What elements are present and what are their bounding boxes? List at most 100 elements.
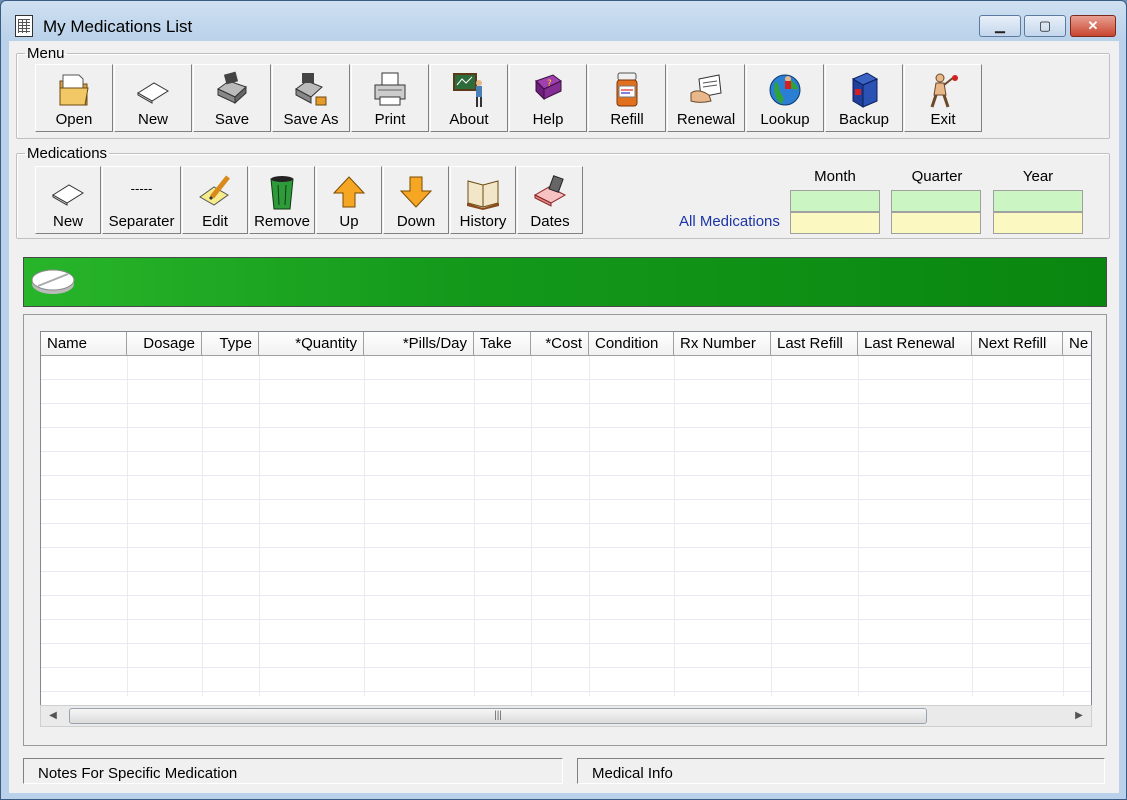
year-count-cell	[993, 190, 1083, 212]
notepad-icon[interactable]	[15, 15, 33, 37]
help-book-icon: ?	[535, 74, 562, 101]
medications-legend: Medications	[27, 145, 108, 162]
history-button[interactable]: History	[450, 166, 516, 234]
medications-grid-frame: Name Dosage Type *Quantity *Pills/Day Ta…	[23, 314, 1107, 746]
minimize-icon: ▁	[995, 18, 1005, 33]
svg-text:?: ?	[547, 79, 552, 89]
quarter-cost-cell	[891, 212, 981, 234]
move-down-button[interactable]: Down	[383, 166, 449, 234]
new-file-label: New	[137, 111, 168, 128]
backup-button[interactable]: Backup	[825, 64, 903, 132]
column-header-next-renewal[interactable]: Ne	[1063, 332, 1091, 356]
maximize-button[interactable]: ▢	[1024, 15, 1066, 37]
pill-icon	[31, 269, 75, 294]
scroll-left-icon[interactable]: ◀	[45, 708, 61, 724]
new-medication-label: New	[52, 213, 83, 230]
trash-can-icon	[270, 176, 294, 210]
client-area: Menu Open New Save Save As Print About ?…	[9, 41, 1119, 793]
table-body[interactable]	[41, 356, 1091, 696]
column-header-rx-number[interactable]: Rx Number	[674, 332, 771, 356]
column-header-cost[interactable]: *Cost	[531, 332, 589, 356]
refill-label: Refill	[610, 111, 644, 128]
folder-icon	[59, 74, 89, 106]
all-medications-link[interactable]: All Medications	[679, 213, 780, 230]
medical-info-panel[interactable]: Medical Info	[577, 758, 1105, 784]
scroll-right-icon[interactable]: ▶	[1071, 708, 1087, 724]
open-button[interactable]: Open	[35, 64, 113, 132]
arrow-up-icon	[332, 176, 366, 208]
pill-bottle-icon	[616, 72, 638, 107]
arrow-down-icon	[399, 176, 433, 208]
column-header-dosage[interactable]: Dosage	[127, 332, 202, 356]
lookup-label: Lookup	[760, 111, 810, 128]
column-header-next-refill[interactable]: Next Refill	[972, 332, 1063, 356]
menu-toolbar: Open New Save Save As Print About ? Help…	[35, 64, 995, 132]
teacher-board-icon	[453, 73, 482, 107]
blank-page-icon	[137, 82, 169, 104]
restore-icon: ▢	[1038, 18, 1052, 33]
dates-button[interactable]: Dates	[517, 166, 583, 234]
minimize-button[interactable]: ▁	[979, 15, 1021, 37]
column-header-type[interactable]: Type	[202, 332, 259, 356]
exit-button[interactable]: Exit	[904, 64, 982, 132]
dates-label: Dates	[530, 213, 570, 230]
column-header-condition[interactable]: Condition	[589, 332, 674, 356]
lookup-button[interactable]: Lookup	[746, 64, 824, 132]
blank-page-icon	[52, 184, 84, 206]
year-header: Year	[1022, 168, 1054, 185]
about-label: About	[449, 111, 489, 128]
column-header-take[interactable]: Take	[474, 332, 531, 356]
backup-label: Backup	[838, 111, 890, 128]
renewal-label: Renewal	[676, 111, 736, 128]
medication-banner	[23, 257, 1107, 307]
save-label: Save	[214, 111, 250, 128]
open-label: Open	[55, 111, 93, 128]
column-header-name[interactable]: Name	[41, 332, 127, 356]
renewal-button[interactable]: Renewal	[667, 64, 745, 132]
disk-save-as-icon	[295, 73, 327, 106]
edit-label: Edit	[202, 213, 228, 230]
refill-button[interactable]: Refill	[588, 64, 666, 132]
app-window: My Medications List ▁ ▢ ✕ Menu Open New …	[0, 0, 1127, 800]
history-label: History	[459, 213, 507, 230]
save-as-button[interactable]: Save As	[272, 64, 350, 132]
column-header-last-renewal[interactable]: Last Renewal	[858, 332, 972, 356]
horizontal-scrollbar[interactable]: ◀ ||| ▶	[40, 705, 1092, 727]
walking-man-icon	[930, 73, 958, 108]
close-button[interactable]: ✕	[1070, 15, 1116, 37]
save-button[interactable]: Save	[193, 64, 271, 132]
medications-table[interactable]: Name Dosage Type *Quantity *Pills/Day Ta…	[40, 331, 1092, 707]
exit-label: Exit	[930, 111, 956, 128]
table-header: Name Dosage Type *Quantity *Pills/Day Ta…	[41, 332, 1091, 356]
help-label: Help	[532, 111, 564, 128]
new-medication-button[interactable]: New	[35, 166, 101, 234]
medications-toolbar: New ----- Separater Edit Remove Up Down …	[35, 166, 595, 234]
scrollbar-thumb[interactable]: |||	[69, 708, 927, 724]
separator-icon: -----	[130, 181, 153, 196]
prescription-hand-icon	[690, 74, 722, 103]
globe-icon	[769, 74, 801, 106]
about-button[interactable]: About	[430, 64, 508, 132]
pencil-note-icon	[199, 175, 230, 206]
print-button[interactable]: Print	[351, 64, 429, 132]
column-header-quantity[interactable]: *Quantity	[259, 332, 364, 356]
separater-label: Separater	[108, 213, 175, 230]
new-file-button[interactable]: New	[114, 64, 192, 132]
edit-button[interactable]: Edit	[182, 166, 248, 234]
column-header-pills-per-day[interactable]: *Pills/Day	[364, 332, 474, 356]
year-cost-cell	[993, 212, 1083, 234]
remove-button[interactable]: Remove	[249, 166, 315, 234]
notes-panel[interactable]: Notes For Specific Medication	[23, 758, 563, 784]
title-bar[interactable]: My Medications List ▁ ▢ ✕	[1, 1, 1126, 41]
print-label: Print	[374, 111, 406, 128]
printer-icon	[374, 72, 406, 106]
move-up-label: Up	[339, 213, 359, 230]
month-count-cell	[790, 190, 880, 212]
save-as-label: Save As	[283, 111, 339, 128]
column-header-last-refill[interactable]: Last Refill	[771, 332, 858, 356]
move-down-label: Down	[396, 213, 436, 230]
separater-button[interactable]: ----- Separater	[102, 166, 181, 234]
help-button[interactable]: ? Help	[509, 64, 587, 132]
move-up-button[interactable]: Up	[316, 166, 382, 234]
window-title: My Medications List	[43, 17, 193, 36]
